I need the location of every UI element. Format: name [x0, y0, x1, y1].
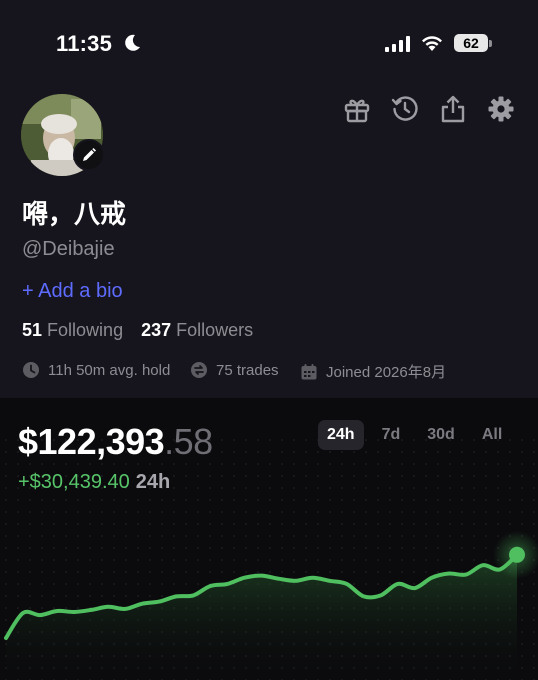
swap-icon: [191, 362, 207, 378]
status-time: 11:35: [56, 31, 113, 56]
wifi-icon: [422, 36, 442, 51]
joined-stat: Joined 2026年8月: [300, 361, 446, 382]
add-bio-link[interactable]: + Add a bio: [22, 280, 123, 303]
range-tab-all[interactable]: All: [473, 420, 511, 450]
change-period: 24h: [135, 471, 171, 493]
balance-cents: .58: [164, 421, 213, 462]
range-tab-24h[interactable]: 24h: [318, 420, 364, 450]
avg-hold-stat: 11h 50m avg. hold: [22, 361, 170, 379]
history-icon: [391, 96, 418, 121]
balance-main: $122,393: [18, 421, 165, 462]
range-tab-7d[interactable]: 7d: [373, 420, 410, 450]
portfolio-change: +$30,439.40 24h: [18, 471, 170, 494]
display-name: 嘚，八戒: [22, 200, 127, 230]
clock-icon: [23, 362, 39, 378]
followers-label: Followers: [176, 320, 254, 340]
avg-hold-text: 11h 50m avg. hold: [48, 361, 171, 379]
trades-stat: 75 trades: [190, 361, 279, 379]
joined-text: Joined 2026年8月: [326, 364, 447, 381]
portfolio-balance: $122,393.58: [18, 421, 213, 463]
username-handle: @Deibajie: [22, 238, 115, 260]
share-button[interactable]: [439, 95, 467, 123]
chart-end-dot[interactable]: [509, 546, 525, 563]
gear-icon: [488, 96, 514, 122]
follow-counts: 51 Following 237 Followers: [22, 320, 253, 341]
change-value: +$30,439.40: [18, 471, 130, 493]
following-link[interactable]: 51 Following: [22, 320, 123, 340]
gift-icon: [344, 99, 370, 123]
moon-icon: [125, 34, 140, 51]
following-label: Following: [47, 320, 124, 340]
edit-avatar-button[interactable]: [73, 139, 105, 171]
trades-text: 75 trades: [216, 361, 279, 379]
pencil-icon: [83, 148, 96, 161]
share-icon: [441, 95, 465, 123]
battery-nub: [489, 40, 492, 47]
history-button[interactable]: [391, 95, 419, 123]
settings-button[interactable]: [487, 95, 515, 123]
followers-link[interactable]: 237 Followers: [141, 320, 253, 340]
time-range-tabs: 24h 7d 30d All: [318, 420, 520, 450]
following-count: 51: [22, 320, 43, 340]
cellular-signal-icon: [385, 36, 410, 52]
gift-button[interactable]: [343, 95, 371, 123]
battery-indicator: 62: [454, 34, 488, 52]
calendar-icon: [301, 363, 317, 379]
range-tab-30d[interactable]: 30d: [418, 420, 464, 450]
followers-count: 237: [141, 320, 172, 340]
